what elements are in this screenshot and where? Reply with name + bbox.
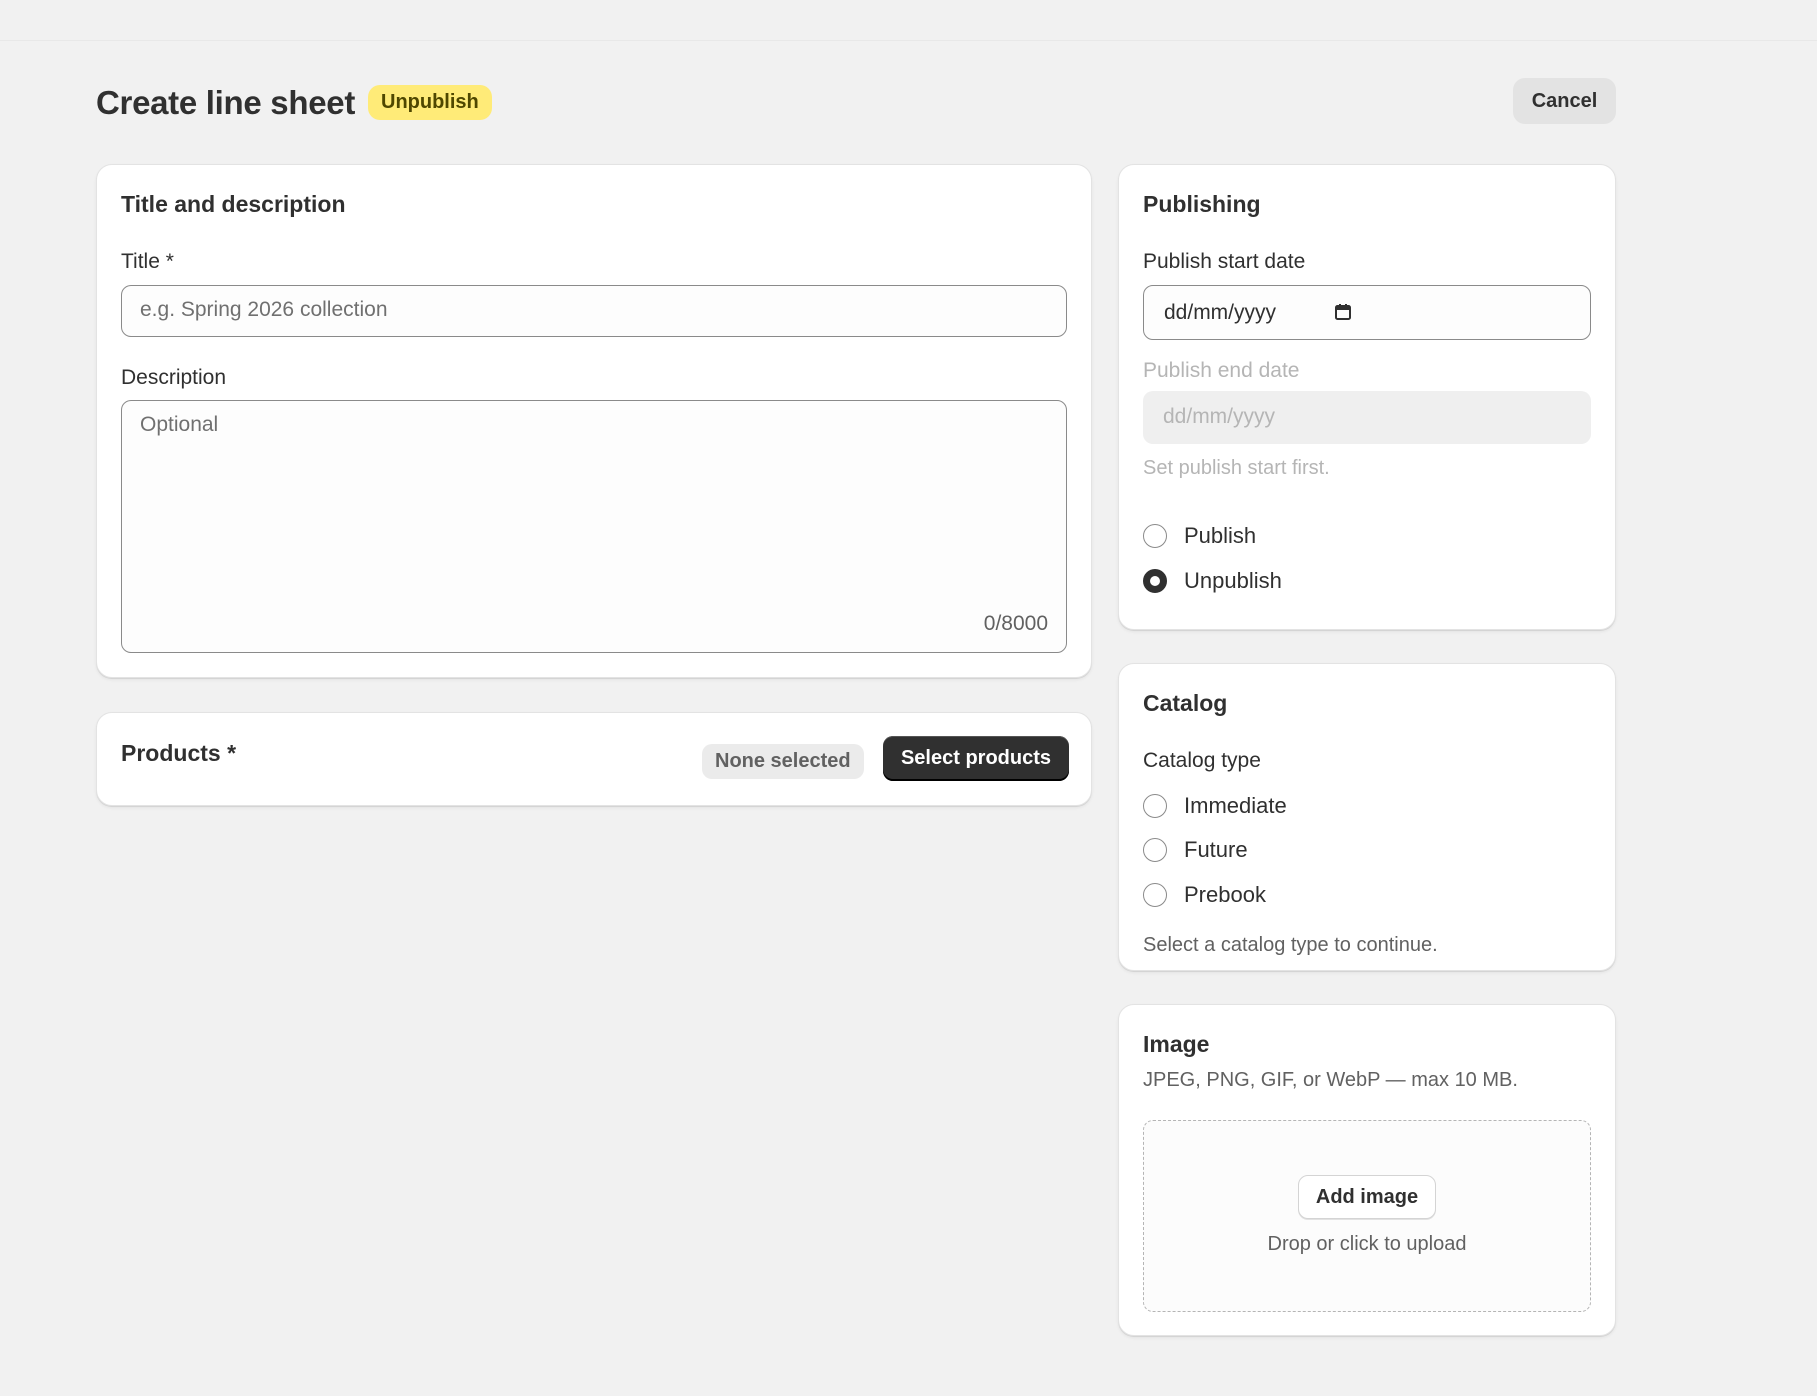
top-bar [0,0,1817,41]
calendar-icon[interactable] [1334,303,1352,321]
cancel-button[interactable]: Cancel [1513,78,1616,124]
selection-status-badge: None selected [702,744,864,779]
character-counter: 0/8000 [983,612,1048,635]
radio-immediate-circle[interactable] [1143,794,1167,818]
page-header: Create line sheet Unpublish Cancel [96,78,1616,126]
drop-hint: Drop or click to upload [1267,1233,1467,1255]
status-badge: Unpublish [368,85,492,120]
page: Create line sheet Unpublish Cancel Title… [96,78,1616,1336]
image-subtitle: JPEG, PNG, GIF, or WebP — max 10 MB. [1143,1069,1518,1091]
publish-start-date-input[interactable]: dd/mm/yyyy [1143,285,1591,340]
catalog-type-label: Catalog type [1143,749,1261,772]
image-card: Image JPEG, PNG, GIF, or WebP — max 10 M… [1118,1004,1616,1336]
publishing-card: Publishing Publish start date dd/mm/yyyy… [1118,164,1616,630]
radio-future-label: Future [1184,837,1248,862]
publishing-heading: Publishing [1143,191,1261,217]
description-placeholder: Optional [140,413,219,436]
catalog-heading: Catalog [1143,690,1228,716]
title-label: Title * [121,250,174,273]
card-title: Title and description [121,191,346,217]
image-heading: Image [1143,1031,1210,1057]
radio-publish[interactable]: Publish [1143,521,1256,551]
catalog-help: Select a catalog type to continue. [1143,934,1438,956]
select-products-button[interactable]: Select products [883,736,1069,781]
radio-unpublish-circle[interactable] [1143,569,1167,593]
title-placeholder: e.g. Spring 2026 collection [140,298,388,321]
description-label: Description [121,366,227,389]
publish-end-help: Set publish start first. [1143,457,1330,479]
image-dropzone[interactable]: Add image Drop or click to upload [1143,1120,1591,1312]
radio-immediate-label: Immediate [1184,793,1287,818]
radio-unpublish[interactable]: Unpublish [1143,566,1282,596]
start-date-value: dd/mm/yyyy [1164,301,1277,324]
radio-unpublish-label: Unpublish [1184,568,1282,593]
radio-prebook[interactable]: Prebook [1143,880,1266,910]
radio-publish-circle[interactable] [1143,524,1167,548]
radio-publish-label: Publish [1184,523,1257,548]
radio-future[interactable]: Future [1143,835,1248,865]
radio-prebook-label: Prebook [1184,882,1266,907]
radio-future-circle[interactable] [1143,838,1167,862]
publish-end-label: Publish end date [1143,359,1300,382]
description-textarea[interactable]: Optional 0/8000 [121,400,1067,653]
radio-prebook-circle[interactable] [1143,883,1167,907]
products-card: Products * None selected Select products [96,712,1092,806]
publish-start-label: Publish start date [1143,250,1306,273]
radio-immediate[interactable]: Immediate [1143,791,1287,821]
page-title: Create line sheet [96,84,356,121]
catalog-card: Catalog Catalog type Immediate Future Pr… [1118,663,1616,971]
title-input[interactable]: e.g. Spring 2026 collection [121,285,1067,337]
publish-end-date-input: dd/mm/yyyy [1143,391,1591,444]
end-date-value: dd/mm/yyyy [1163,405,1276,428]
title-description-card: Title and description Title * e.g. Sprin… [96,164,1092,678]
add-image-button[interactable]: Add image [1298,1175,1436,1219]
products-heading: Products * [121,740,237,766]
